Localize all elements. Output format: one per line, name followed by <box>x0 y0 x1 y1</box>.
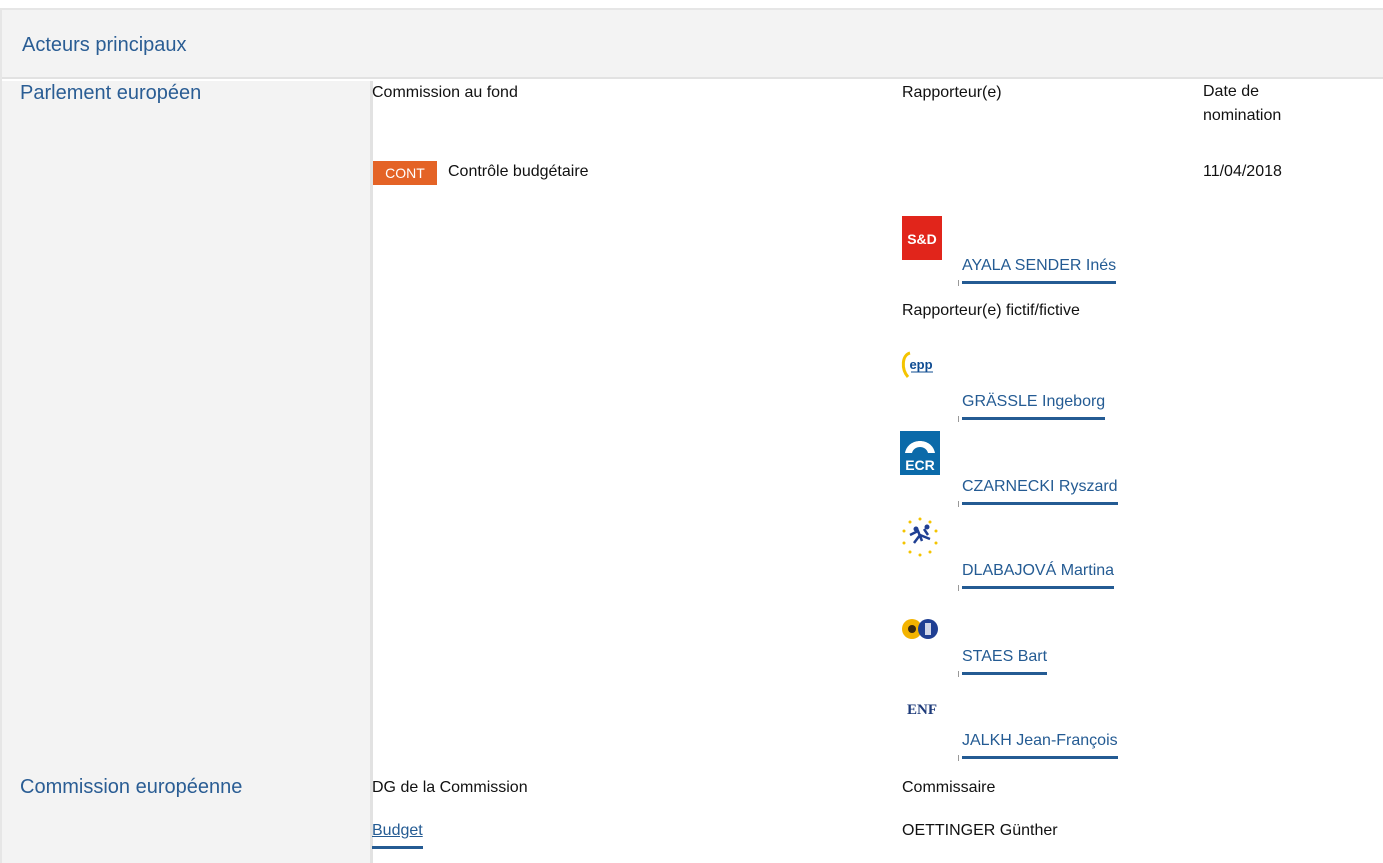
link-marker <box>958 671 959 677</box>
sd-group-logo-icon: S&D <box>902 216 942 260</box>
svg-text:ENF: ENF <box>907 702 937 718</box>
shadow-link-jalkh[interactable]: JALKH Jean-François <box>962 732 1118 759</box>
shadow-link-grassle[interactable]: GRÄSSLE Ingeborg <box>962 393 1106 420</box>
ecr-group-logo-icon: ECR <box>900 431 940 475</box>
shadow-rapporteur-label: Rapporteur(e) fictif/fictive <box>902 302 1080 319</box>
dg-budget-link[interactable]: Budget <box>372 822 423 849</box>
shadow-link-dlabajova[interactable]: DLABAJOVÁ Martina <box>962 562 1115 589</box>
epp-group-logo-icon: epp <box>900 347 940 391</box>
row-labels-column: Parlement européen Commission européenne <box>2 81 370 863</box>
svg-text:S&D: S&D <box>907 231 937 247</box>
commission-row-title: Commission européenne <box>20 776 243 798</box>
link-marker <box>958 585 959 591</box>
nomination-date: 11/04/2018 <box>1203 163 1282 180</box>
date-column-header: Date de nomination <box>1203 83 1282 124</box>
svg-text:ECR: ECR <box>905 457 935 473</box>
column-separator <box>370 81 373 863</box>
section-header: Acteurs principaux <box>2 10 1383 79</box>
committee-column-header: Commission au fond <box>372 84 518 101</box>
committee-name: Contrôle budgétaire <box>448 163 589 180</box>
enf-group-logo-icon: ENF <box>902 686 942 730</box>
greens-efa-group-logo-icon <box>900 609 940 649</box>
section-header-title: Acteurs principaux <box>22 34 187 56</box>
link-marker <box>958 280 959 286</box>
committee-code-badge: CONT <box>373 161 437 185</box>
commissioner-column-header: Commissaire <box>902 779 996 796</box>
shadow-link-czarnecki[interactable]: CZARNECKI Ryszard <box>962 478 1118 505</box>
rapporteur-column-header: Rapporteur(e) <box>902 84 1002 101</box>
parliament-row-title: Parlement européen <box>20 82 202 104</box>
link-marker <box>958 416 959 422</box>
alde-group-logo-icon <box>900 515 940 559</box>
rapporteur-link[interactable]: AYALA SENDER Inés <box>962 257 1117 284</box>
svg-text:epp: epp <box>909 357 932 372</box>
dg-column-header: DG de la Commission <box>372 779 528 796</box>
shadow-link-staes[interactable]: STAES Bart <box>962 648 1048 675</box>
commissioner-name: OETTINGER Günther <box>902 822 1058 839</box>
link-marker <box>958 501 959 507</box>
link-marker <box>958 755 959 761</box>
